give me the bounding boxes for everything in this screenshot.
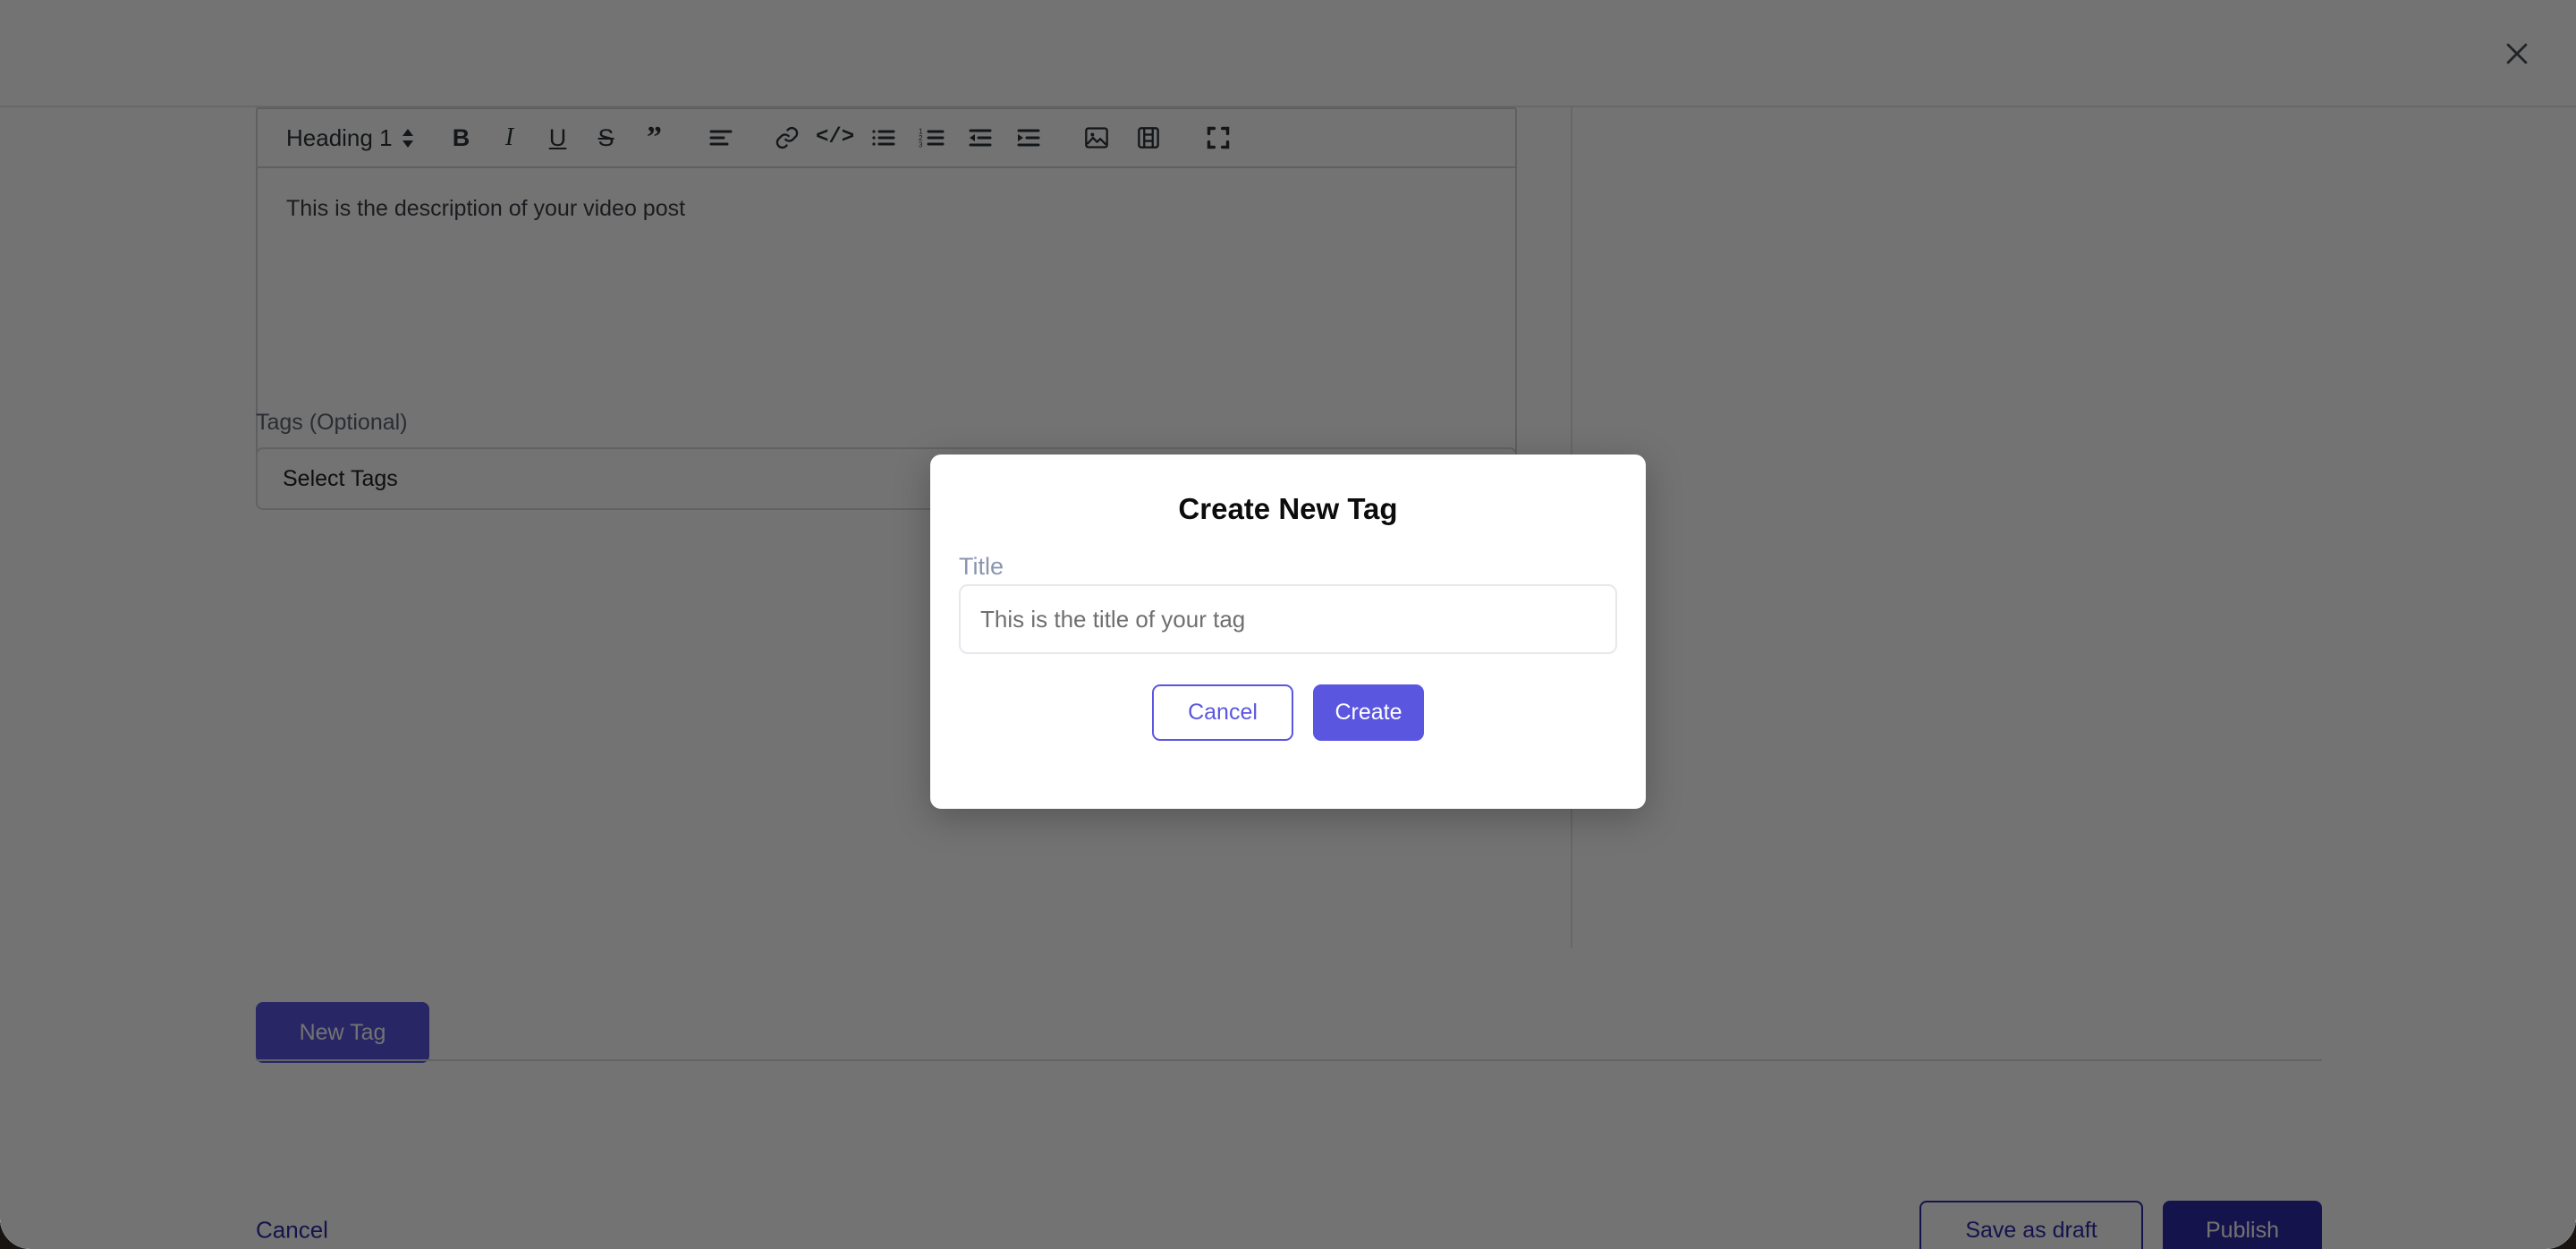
create-new-tag-modal: Create New Tag Title Cancel Create — [930, 455, 1646, 809]
modal-title: Create New Tag — [1178, 492, 1398, 525]
title-field-label: Title — [959, 553, 1004, 580]
page-root: Heading 1 B I U S — [0, 0, 2576, 1249]
modal-cancel-button[interactable]: Cancel — [1152, 684, 1293, 741]
modal-create-button[interactable]: Create — [1313, 684, 1424, 741]
modal-actions: Cancel Create — [930, 684, 1646, 741]
tag-title-input[interactable] — [959, 584, 1617, 654]
